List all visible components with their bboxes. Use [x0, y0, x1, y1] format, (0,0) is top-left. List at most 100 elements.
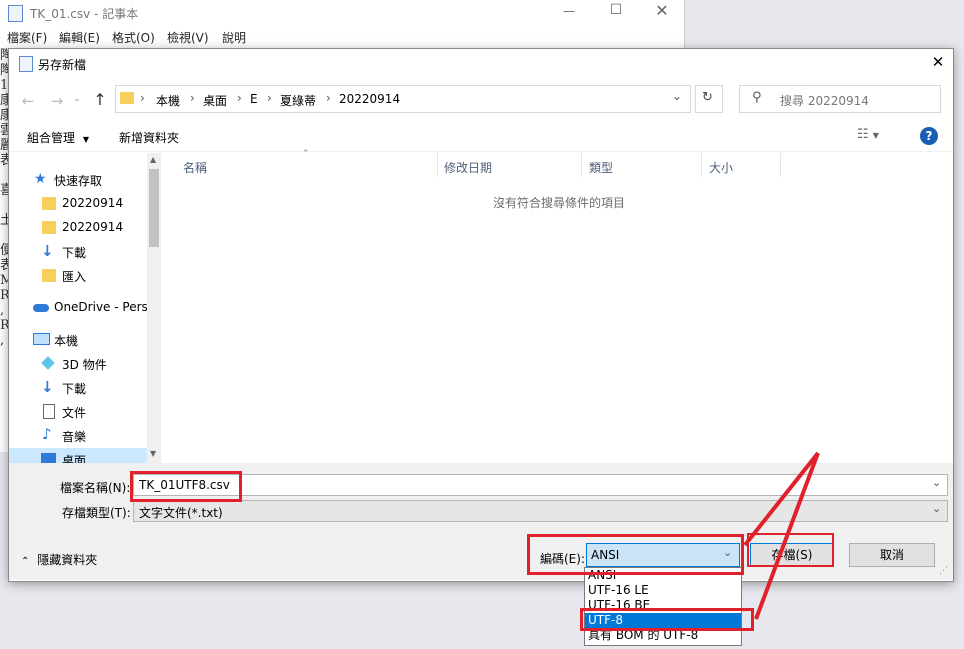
search-box[interactable]: ⚲ 搜尋 20220914	[739, 85, 941, 113]
menu-view[interactable]: 檢視(V)	[167, 29, 209, 46]
encoding-dropdown-list: ANSI UTF-16 LE UTF-16 BE UTF-8 具有 BOM 的 …	[584, 567, 742, 646]
view-options-icon[interactable]: ☷ ▼	[857, 127, 879, 142]
scroll-thumb[interactable]	[149, 169, 159, 247]
utf8-highlight-box	[580, 608, 754, 631]
filetype-select[interactable]: 文字文件(*.txt) ⌄	[133, 500, 948, 522]
chevron-down-icon: ▼	[82, 135, 89, 144]
column-modified[interactable]: 修改日期	[444, 159, 492, 176]
filename-input[interactable]: TK_01UTF8.csv ⌄	[133, 474, 948, 496]
filename-label: 檔案名稱(N):	[60, 481, 131, 495]
cancel-button[interactable]: 取消	[849, 543, 935, 567]
breadcrumb-desktop[interactable]: 桌面	[203, 92, 227, 109]
maximize-button[interactable]: ☐	[604, 2, 628, 20]
menu-format[interactable]: 格式(O)	[112, 29, 155, 46]
column-size[interactable]: 大小	[709, 159, 733, 176]
breadcrumb-sep-icon: ›	[190, 91, 195, 105]
nav-import[interactable]: 匯入	[9, 264, 147, 288]
nav-downloads[interactable]: ↓ 下載	[9, 240, 147, 264]
recent-chevron-icon[interactable]: ⌄	[71, 94, 83, 104]
nav-desktop[interactable]: 桌面	[9, 448, 147, 463]
address-bar[interactable]: › 本機 › 桌面 › E › 夏綠蒂 › 20220914 ⌄	[115, 85, 691, 113]
chevron-up-icon: ⌃	[21, 556, 30, 567]
menu-file[interactable]: 檔案(F)	[7, 29, 47, 46]
close-button[interactable]: ✕	[650, 1, 674, 21]
dialog-toolbar: 組合管理 ▼ 新增資料夾 ☷ ▼ ?	[9, 122, 953, 152]
nav-documents[interactable]: 文件	[9, 400, 147, 424]
organize-label: 組合管理	[27, 131, 76, 145]
notepad-title: TK_01.csv - 記事本	[30, 7, 139, 21]
refresh-icon: ↻	[702, 90, 713, 105]
filename-highlight-box	[130, 471, 242, 502]
nav-this-pc[interactable]: 本機	[9, 328, 147, 352]
column-type[interactable]: 類型	[589, 159, 613, 176]
music-icon: ♪	[42, 425, 52, 443]
search-placeholder: 搜尋 20220914	[780, 94, 869, 108]
filetype-value: 文字文件(*.txt)	[139, 506, 223, 520]
search-icon: ⚲	[752, 90, 762, 105]
cancel-label: 取消	[879, 548, 904, 562]
folder-icon	[42, 197, 56, 210]
back-arrow-icon[interactable]: ←	[18, 92, 38, 110]
nav-3d-objects[interactable]: 3D 物件	[9, 352, 147, 376]
dialog-close-button[interactable]: ✕	[927, 53, 949, 73]
desktop-icon	[41, 453, 56, 463]
scroll-down-icon[interactable]: ▼	[150, 449, 156, 458]
computer-icon	[33, 333, 50, 345]
menu-edit[interactable]: 編輯(E)	[59, 29, 100, 46]
empty-message: 沒有符合搜尋條件的項目	[493, 196, 626, 210]
file-list[interactable]: ⌃ 名稱 修改日期 類型 大小 沒有符合搜尋條件的項目	[162, 149, 952, 463]
filetype-label: 存檔類型(T):	[62, 506, 131, 520]
star-icon: ★	[34, 171, 47, 187]
breadcrumb-sep-icon: ›	[237, 91, 242, 105]
dialog-title: 另存新檔	[38, 58, 87, 72]
download-icon: ↓	[41, 378, 54, 396]
notepad-titlebar: TK_01.csv - 記事本 — ☐ ✕	[0, 0, 684, 26]
breadcrumb-charlotte[interactable]: 夏綠蒂	[280, 92, 316, 109]
dialog-notepad-icon	[19, 56, 33, 72]
nav-folder-20220914[interactable]: 20220914	[9, 192, 147, 216]
folder-icon	[120, 92, 134, 104]
scroll-up-icon[interactable]: ▲	[150, 155, 156, 164]
encoding-option-utf16le[interactable]: UTF-16 LE	[585, 583, 741, 598]
hide-folders-button[interactable]: ⌃ 隱藏資料夾	[21, 551, 97, 568]
nav-music[interactable]: ♪ 音樂	[9, 424, 147, 448]
minimize-button[interactable]: —	[556, 4, 582, 20]
up-arrow-icon[interactable]: ↑	[91, 90, 109, 109]
address-dropdown-icon[interactable]: ⌄	[668, 89, 686, 103]
folder-icon	[42, 269, 56, 282]
forward-arrow-icon[interactable]: →	[47, 92, 67, 110]
breadcrumb-20220914[interactable]: 20220914	[339, 92, 400, 106]
column-divider	[701, 153, 702, 177]
breadcrumb-sep-icon: ›	[140, 91, 145, 105]
breadcrumb-e[interactable]: E	[250, 92, 258, 106]
nav-onedrive[interactable]: OneDrive - Persc	[9, 296, 154, 320]
breadcrumb-sep-icon: ›	[326, 91, 331, 105]
column-divider	[581, 153, 582, 177]
nav-downloads-2[interactable]: ↓ 下載	[9, 376, 147, 400]
nav-scrollbar[interactable]: ▲ ▼	[147, 153, 161, 463]
encoding-highlight-box	[527, 534, 744, 575]
hide-folders-label: 隱藏資料夾	[37, 553, 98, 567]
breadcrumb-this-pc[interactable]: 本機	[156, 92, 180, 109]
menu-help[interactable]: 說明	[222, 29, 246, 46]
save-highlight-box	[747, 533, 834, 567]
nav-quick-access[interactable]: ★ 快速存取	[9, 168, 147, 192]
new-folder-button[interactable]: 新增資料夾	[119, 129, 179, 146]
folder-icon	[42, 221, 56, 234]
nav-folder-20220914-2[interactable]: 20220914	[9, 216, 147, 240]
breadcrumb-sep-icon: ›	[267, 91, 272, 105]
column-divider	[780, 153, 781, 177]
resize-grip-icon[interactable]: ⋰	[939, 566, 948, 576]
download-icon: ↓	[41, 242, 54, 260]
notepad-app-icon	[8, 5, 23, 22]
notepad-menubar: 檔案(F) 編輯(E) 格式(O) 檢視(V) 說明	[0, 26, 684, 48]
help-icon[interactable]: ?	[920, 127, 938, 145]
refresh-button[interactable]: ↻	[695, 85, 723, 113]
filetype-dropdown-icon[interactable]: ⌄	[932, 502, 941, 515]
filename-dropdown-icon[interactable]: ⌄	[932, 476, 941, 489]
cube-icon	[41, 356, 55, 370]
column-name[interactable]: 名稱	[183, 159, 207, 176]
sort-up-icon: ⌃	[302, 149, 310, 159]
navigation-pane[interactable]: ★ 快速存取 20220914 20220914 ↓ 下載 匯入 OneDriv…	[9, 153, 161, 463]
organize-button[interactable]: 組合管理 ▼	[27, 129, 89, 146]
